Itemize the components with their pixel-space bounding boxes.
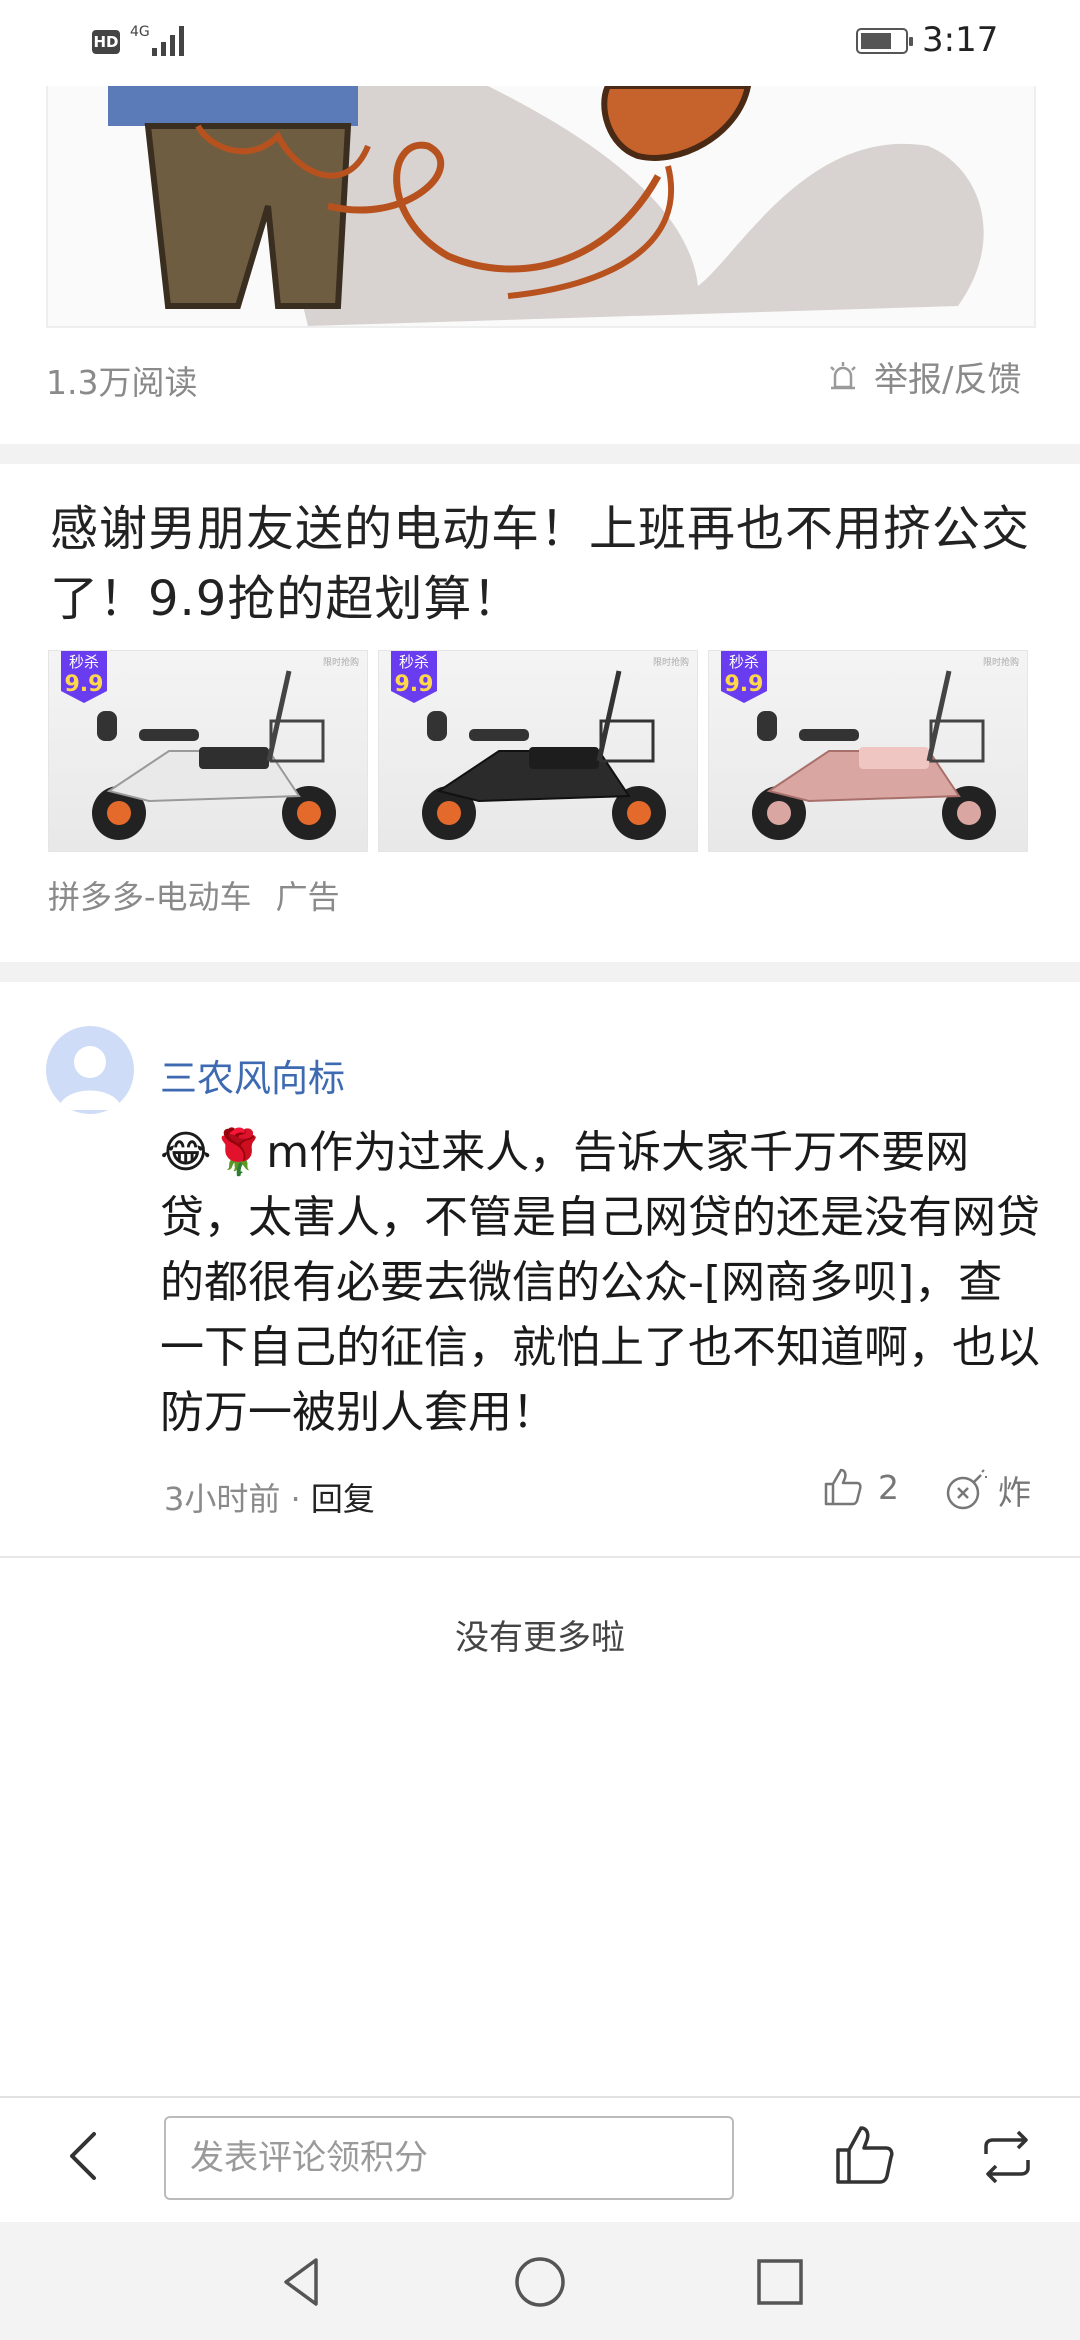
comment-meta: 3小时前 · 回复: [164, 1474, 375, 1520]
badge-top: 秒杀: [69, 653, 99, 671]
status-time: 3:17: [922, 20, 999, 60]
no-more-text: 没有更多啦: [455, 1618, 625, 1658]
bomb-label: 炸: [998, 1473, 1031, 1512]
nav-recents-icon[interactable]: [750, 2252, 810, 2312]
corner-tag: 限时抢购: [983, 656, 1019, 668]
comment-input[interactable]: 发表评论领积分: [164, 2116, 734, 2200]
comment-text: m作为过来人，告诉大家千万不要网贷，太害人，不管是自己网贷的还是没有网贷的都很有…: [160, 1127, 1040, 1438]
corner-tag: 限时抢购: [323, 656, 359, 668]
badge-top: 秒杀: [729, 653, 759, 671]
comment-emojis: 😂🌹: [160, 1127, 267, 1178]
hd-indicator: HD: [92, 30, 120, 54]
article-illustration[interactable]: [46, 86, 1036, 328]
signal-icon: [152, 26, 184, 56]
section-divider: [0, 962, 1080, 982]
read-count: 1.3万阅读: [46, 363, 198, 402]
ad-meta: 拼多多-电动车 广告: [48, 872, 340, 918]
like-count: 2: [878, 1467, 899, 1507]
comment-time: 3小时前: [164, 1480, 281, 1518]
comment-body: 😂🌹m作为过来人，告诉大家千万不要网贷，太害人，不管是自己网贷的还是没有网贷的都…: [160, 1120, 1040, 1445]
report-feedback-link[interactable]: 举报/反馈: [826, 352, 1021, 401]
network-type: 4G: [130, 24, 150, 40]
back-arrow-icon[interactable]: [56, 2126, 116, 2186]
section-divider: [0, 444, 1080, 464]
bomb-icon: [946, 1469, 987, 1510]
avatar[interactable]: [46, 1026, 134, 1114]
divider-line: [0, 1556, 1080, 1558]
ad-image-3[interactable]: 秒杀 9.9 限时抢购: [708, 650, 1028, 852]
nav-back-icon[interactable]: [272, 2252, 332, 2312]
ad-image-1[interactable]: 秒杀 9.9 限时抢购: [48, 650, 368, 852]
badge-price: 9.9: [65, 672, 104, 697]
reply-button[interactable]: 回复: [311, 1480, 375, 1518]
battery-icon: [856, 28, 913, 54]
report-icon: [830, 361, 856, 389]
badge-top: 秒杀: [399, 653, 429, 671]
ad-image-2[interactable]: 秒杀 9.9 限时抢购: [378, 650, 698, 852]
comment-author[interactable]: 三农风向标: [160, 1048, 345, 1102]
report-label: 举报/反馈: [874, 360, 1022, 400]
ad-source: 拼多多-电动车: [48, 878, 252, 916]
thumbs-up-icon[interactable]: [832, 2122, 898, 2188]
share-repost-icon[interactable]: [978, 2128, 1036, 2186]
ad-label: 广告: [275, 878, 340, 916]
ad-title[interactable]: 感谢男朋友送的电动车！上班再也不用挤公交了！9.9抢的超划算！: [50, 494, 1040, 634]
badge-price: 9.9: [725, 672, 764, 697]
bomb-button[interactable]: 炸: [944, 1466, 1031, 1514]
thumbs-up-icon: [824, 1468, 862, 1506]
badge-price: 9.9: [395, 672, 434, 697]
comment-like-button[interactable]: 2: [822, 1466, 899, 1508]
corner-tag: 限时抢购: [653, 656, 689, 668]
meta-separator: ·: [290, 1480, 301, 1518]
nav-home-icon[interactable]: [510, 2252, 570, 2312]
